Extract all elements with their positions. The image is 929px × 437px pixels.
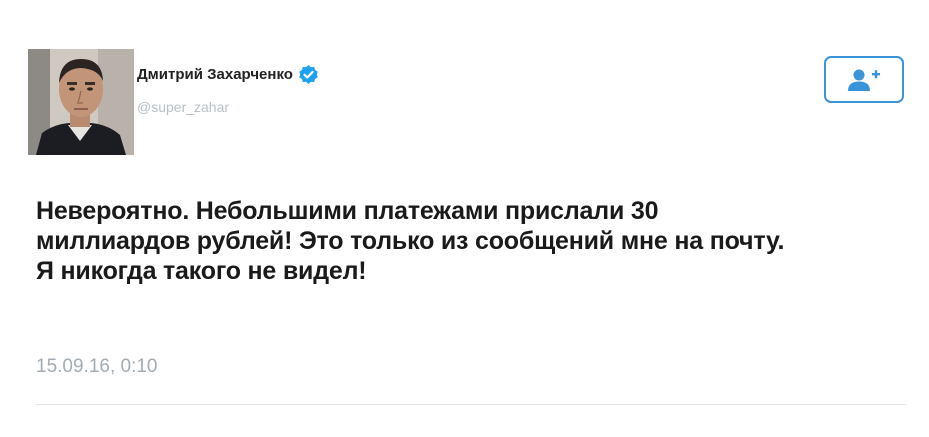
display-name-row[interactable]: Дмитрий Захарченко — [137, 64, 319, 85]
verified-badge-icon — [298, 64, 319, 85]
tweet-text: Невероятно. Небольшими платежами прислал… — [36, 197, 785, 285]
avatar[interactable] — [28, 49, 134, 155]
add-user-icon — [848, 69, 880, 91]
avatar-photo — [28, 49, 134, 155]
follow-button[interactable] — [824, 56, 904, 103]
divider — [36, 404, 906, 405]
username-handle[interactable]: @super_zahar — [137, 99, 229, 115]
display-name[interactable]: Дмитрий Захарченко — [137, 66, 293, 83]
tweet-timestamp[interactable]: 15.09.16, 0:10 — [36, 356, 158, 378]
